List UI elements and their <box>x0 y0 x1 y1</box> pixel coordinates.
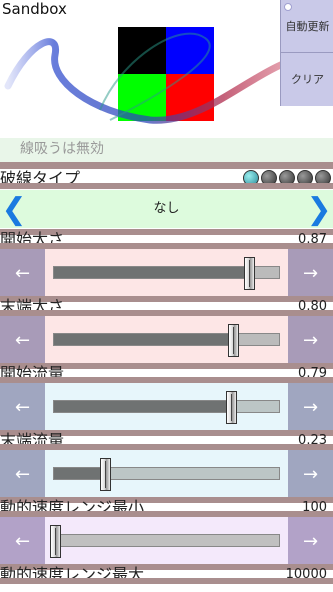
start-size-slider-fill <box>54 267 250 278</box>
start-flow-decrement-button[interactable]: ← <box>0 383 45 431</box>
start-flow-slider-track[interactable] <box>53 391 280 424</box>
start-size-slider-row: ← → <box>0 249 333 297</box>
end-size-slider-row: ← → <box>0 316 333 364</box>
start-size-slider-thumb[interactable] <box>243 257 255 290</box>
end-size-increment-button[interactable]: → <box>288 316 333 364</box>
speed-min-slider-row: ← → <box>0 517 333 565</box>
end-flow-slider-fill <box>54 468 106 479</box>
auto-update-button[interactable]: 自動更新 <box>281 0 333 53</box>
end-size-slider-fill <box>54 334 234 345</box>
side-button-panel: 自動更新 クリア <box>280 0 333 106</box>
end-flow-slider-row: ← → <box>0 450 333 498</box>
end-size-decrement-button[interactable]: ← <box>0 316 45 364</box>
start-flow-slider-fill <box>54 401 232 412</box>
end-flow-decrement-button[interactable]: ← <box>0 450 45 498</box>
end-size-slider-track[interactable] <box>53 324 280 357</box>
app-title: Sandbox <box>2 0 67 18</box>
speed-min-slider-thumb[interactable] <box>50 525 62 558</box>
end-size-slider-thumb[interactable] <box>228 324 239 357</box>
chevron-left-icon[interactable]: ❮ <box>1 190 26 228</box>
speed-min-increment-button[interactable]: → <box>288 517 333 565</box>
start-flow-increment-button[interactable]: → <box>288 383 333 431</box>
divider-stripe <box>0 578 333 584</box>
end-flow-slider-thumb[interactable] <box>99 458 111 491</box>
speed-min-slider-track[interactable] <box>50 525 280 558</box>
start-size-increment-button[interactable]: → <box>288 249 333 297</box>
start-size-decrement-button[interactable]: ← <box>0 249 45 297</box>
divider-stripe <box>0 162 333 169</box>
clear-button[interactable]: クリア <box>281 53 333 105</box>
chevron-right-icon[interactable]: ❯ <box>306 190 331 228</box>
dash-type-selector: ❮ なし ❯ <box>0 190 333 228</box>
dash-type-value: なし <box>153 201 180 216</box>
partially-hidden-label: 線吸うは無効 <box>0 138 333 162</box>
speed-min-decrement-button[interactable]: ← <box>0 517 45 565</box>
start-size-slider-track[interactable] <box>53 257 280 290</box>
start-flow-slider-row: ← → <box>0 383 333 431</box>
end-flow-slider-track[interactable] <box>53 458 280 491</box>
start-flow-slider-thumb[interactable] <box>225 391 237 424</box>
divider-stripe <box>0 183 333 189</box>
end-flow-increment-button[interactable]: → <box>288 450 333 498</box>
